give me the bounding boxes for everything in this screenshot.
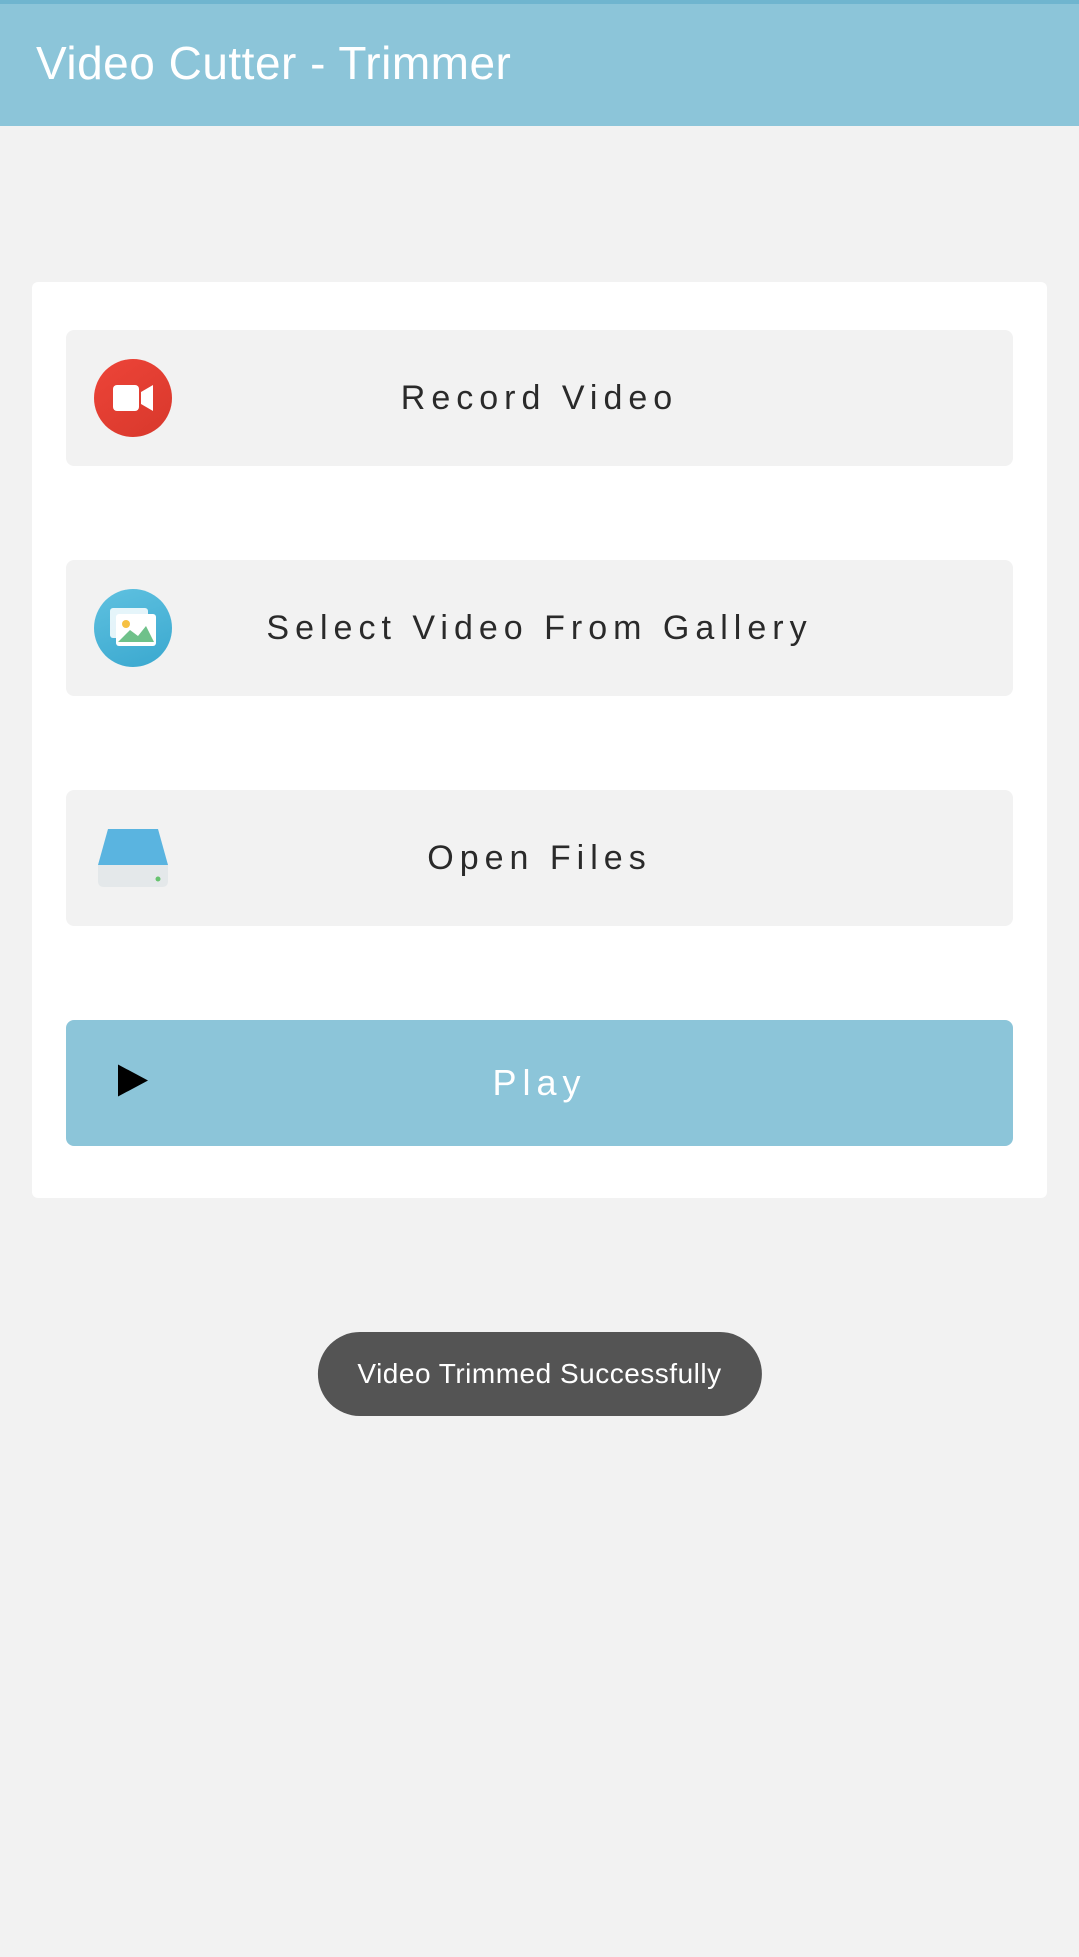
select-gallery-label: Select Video From Gallery bbox=[66, 609, 1013, 648]
app-header: Video Cutter - Trimmer bbox=[0, 4, 1079, 126]
open-files-button[interactable]: Open Files bbox=[66, 790, 1013, 926]
page-title: Video Cutter - Trimmer bbox=[36, 36, 1043, 90]
options-card: Record Video Select Video From Gallery bbox=[32, 282, 1047, 1198]
select-gallery-button[interactable]: Select Video From Gallery bbox=[66, 560, 1013, 696]
open-files-label: Open Files bbox=[66, 839, 1013, 878]
record-video-button[interactable]: Record Video bbox=[66, 330, 1013, 466]
play-label: Play bbox=[66, 1062, 1013, 1104]
record-icon bbox=[94, 359, 172, 437]
toast-message: Video Trimmed Successfully bbox=[317, 1332, 761, 1416]
gallery-icon bbox=[94, 589, 172, 667]
play-button[interactable]: Play bbox=[66, 1020, 1013, 1146]
main-content: Record Video Select Video From Gallery bbox=[0, 126, 1079, 1198]
play-icon bbox=[112, 1061, 152, 1106]
drive-icon bbox=[94, 819, 172, 897]
record-video-label: Record Video bbox=[66, 379, 1013, 418]
